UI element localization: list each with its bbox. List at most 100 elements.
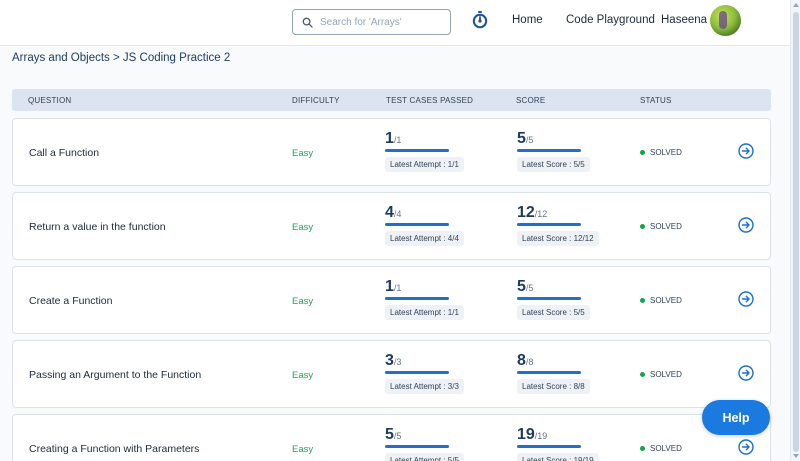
score-cell: 8/8 Latest Score : 8/8	[517, 352, 590, 394]
column-header-question: QUESTION	[28, 96, 72, 105]
max-score: /19	[534, 431, 548, 441]
table-header: QUESTION DIFFICULTY TEST CASES PASSED SC…	[12, 89, 771, 111]
score-value: 19	[517, 426, 535, 443]
progress-bar	[385, 371, 449, 374]
table-row[interactable]: Creating a Function with Parameters Easy…	[12, 414, 771, 461]
status-badge: SOLVED	[640, 296, 682, 305]
breadcrumb: Arrays and Objects > JS Coding Practice …	[12, 52, 231, 64]
latest-score: Latest Score : 5/5	[517, 157, 590, 172]
status-text: SOLVED	[650, 148, 682, 157]
total-cases: /3	[393, 357, 402, 367]
status-text: SOLVED	[650, 444, 682, 453]
test-cases-cell: 4/4 Latest Attempt : 4/4	[385, 204, 464, 246]
question-name[interactable]: Return a value in the function	[29, 221, 166, 233]
progress-bar	[385, 297, 449, 300]
status-badge: SOLVED	[640, 444, 682, 453]
difficulty-label: Easy	[292, 148, 314, 159]
scroll-down-icon[interactable]	[793, 454, 799, 458]
total-cases: /1	[393, 135, 402, 145]
progress-bar	[517, 297, 581, 300]
score-value: 8	[517, 352, 526, 369]
status-badge: SOLVED	[640, 370, 682, 379]
max-score: /12	[534, 209, 548, 219]
progress-bar	[385, 445, 449, 448]
question-name[interactable]: Passing an Argument to the Function	[29, 369, 201, 381]
test-cases-cell: 3/3 Latest Attempt : 3/3	[385, 352, 464, 394]
latest-attempt: Latest Attempt : 5/5	[385, 453, 464, 461]
help-button[interactable]: Help	[702, 400, 770, 435]
max-score: /5	[525, 135, 534, 145]
search-box[interactable]	[292, 9, 451, 35]
progress-bar	[517, 445, 581, 448]
question-name[interactable]: Creating a Function with Parameters	[29, 443, 199, 455]
difficulty-label: Easy	[292, 370, 314, 381]
difficulty-label: Easy	[292, 222, 314, 233]
progress-bar	[385, 223, 449, 226]
passed-count: 3	[385, 352, 394, 369]
column-header-difficulty: DIFFICULTY	[292, 96, 340, 105]
arrow-right-circle-icon[interactable]	[738, 439, 754, 455]
passed-count: 5	[385, 426, 394, 443]
passed-count: 1	[385, 130, 394, 147]
arrow-right-circle-icon[interactable]	[738, 291, 754, 307]
test-cases-cell: 1/1 Latest Attempt : 1/1	[385, 278, 464, 320]
score-value: 5	[517, 278, 526, 295]
question-name[interactable]: Call a Function	[29, 147, 99, 159]
latest-score: Latest Score : 19/19	[517, 453, 599, 461]
arrow-right-circle-icon[interactable]	[738, 217, 754, 233]
score-cell: 12/12 Latest Score : 12/12	[517, 204, 599, 246]
max-score: /5	[525, 283, 534, 293]
table-row[interactable]: Return a value in the function Easy 4/4 …	[12, 192, 771, 260]
scrollbar-thumb[interactable]	[793, 12, 799, 452]
stopwatch-icon[interactable]	[472, 11, 488, 29]
test-cases-cell: 5/5 Latest Attempt : 5/5	[385, 426, 464, 461]
nav-home-link[interactable]: Home	[512, 14, 543, 26]
table-row[interactable]: Passing an Argument to the Function Easy…	[12, 340, 771, 408]
table-row[interactable]: Call a Function Easy 1/1 Latest Attempt …	[12, 118, 771, 186]
scroll-up-icon[interactable]	[793, 3, 799, 7]
passed-count: 1	[385, 278, 394, 295]
latest-attempt: Latest Attempt : 1/1	[385, 157, 464, 172]
username[interactable]: Haseena	[661, 14, 707, 26]
test-cases-cell: 1/1 Latest Attempt : 1/1	[385, 130, 464, 172]
page-scrollbar[interactable]	[790, 0, 800, 461]
column-header-status: STATUS	[640, 96, 672, 105]
progress-bar	[517, 371, 581, 374]
total-cases: /4	[393, 209, 402, 219]
column-header-score: SCORE	[516, 96, 546, 105]
score-value: 5	[517, 130, 526, 147]
passed-count: 4	[385, 204, 394, 221]
status-text: SOLVED	[650, 222, 682, 231]
latest-score: Latest Score : 12/12	[517, 231, 599, 246]
latest-attempt: Latest Attempt : 3/3	[385, 379, 464, 394]
status-dot	[640, 372, 645, 377]
arrow-right-circle-icon[interactable]	[738, 143, 754, 159]
status-dot	[640, 298, 645, 303]
score-cell: 5/5 Latest Score : 5/5	[517, 130, 590, 172]
status-badge: SOLVED	[640, 148, 682, 157]
status-dot	[640, 224, 645, 229]
status-dot	[640, 446, 645, 451]
search-icon	[302, 17, 313, 28]
top-navbar: Home Code Playground Haseena	[0, 0, 790, 46]
total-cases: /5	[393, 431, 402, 441]
latest-attempt: Latest Attempt : 1/1	[385, 305, 464, 320]
nav-code-playground-link[interactable]: Code Playground	[566, 14, 655, 26]
search-input[interactable]	[320, 16, 445, 28]
status-text: SOLVED	[650, 296, 682, 305]
avatar[interactable]	[710, 5, 741, 36]
arrow-right-circle-icon[interactable]	[738, 365, 754, 381]
difficulty-label: Easy	[292, 444, 314, 455]
score-cell: 19/19 Latest Score : 19/19	[517, 426, 599, 461]
latest-score: Latest Score : 8/8	[517, 379, 590, 394]
status-text: SOLVED	[650, 370, 682, 379]
latest-attempt: Latest Attempt : 4/4	[385, 231, 464, 246]
score-cell: 5/5 Latest Score : 5/5	[517, 278, 590, 320]
latest-score: Latest Score : 5/5	[517, 305, 590, 320]
column-header-test-cases: TEST CASES PASSED	[386, 96, 474, 105]
max-score: /8	[525, 357, 534, 367]
total-cases: /1	[393, 283, 402, 293]
status-badge: SOLVED	[640, 222, 682, 231]
question-name[interactable]: Create a Function	[29, 295, 112, 307]
table-row[interactable]: Create a Function Easy 1/1 Latest Attemp…	[12, 266, 771, 334]
